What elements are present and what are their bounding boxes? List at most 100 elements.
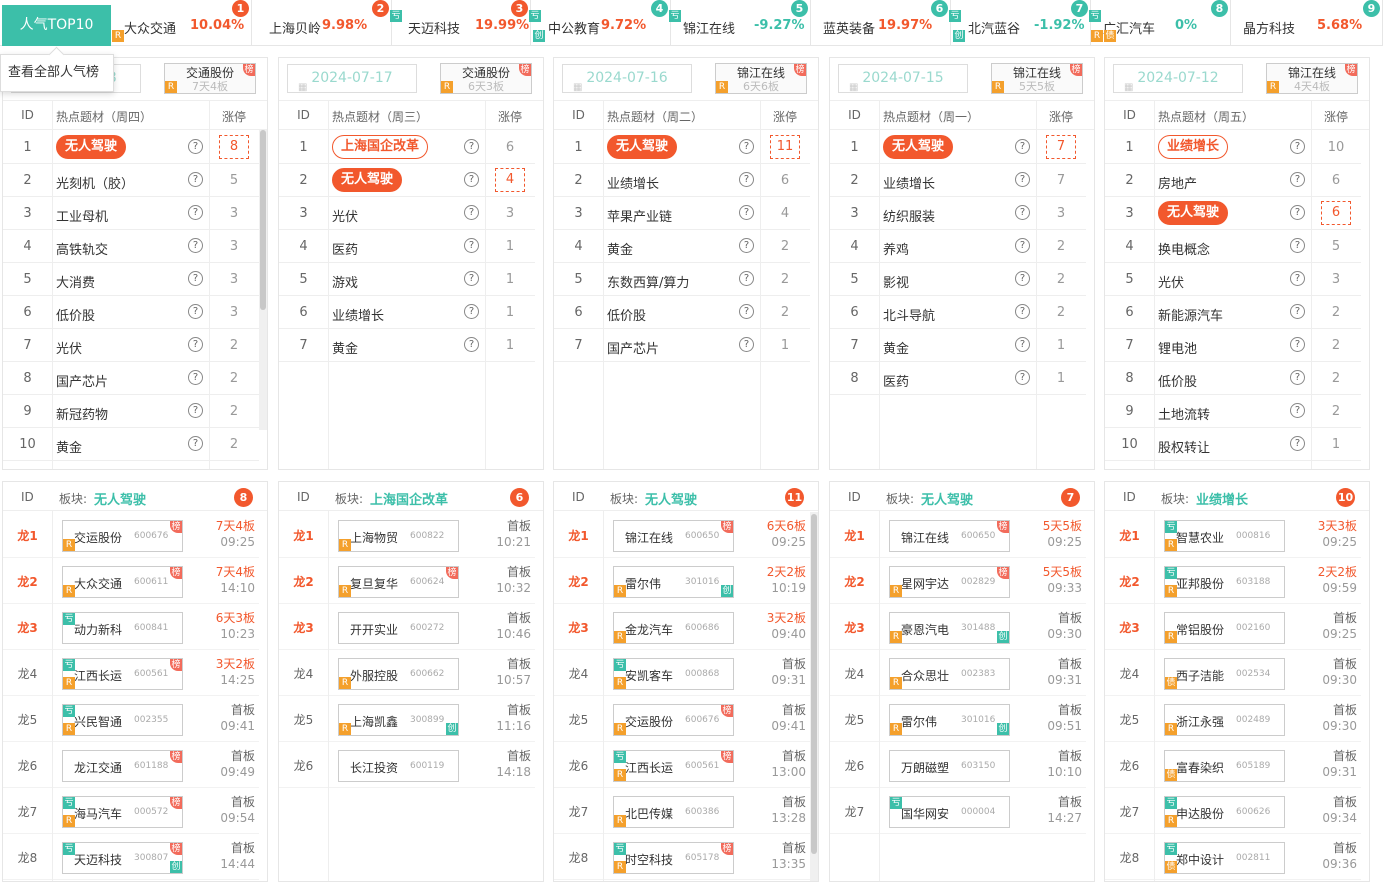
help-icon[interactable]: ? xyxy=(188,304,203,319)
sector-name[interactable]: 无人驾驶 xyxy=(94,489,146,508)
theme-name[interactable]: 光伏 xyxy=(1158,272,1184,291)
dragon-row[interactable]: 龙5 兴民智通 002355 亏 R 首板 09:41 xyxy=(3,696,259,742)
top10-item[interactable]: 中公教育 9.72% 4 亏 xyxy=(531,0,681,46)
help-icon[interactable]: ? xyxy=(739,172,754,187)
top10-item[interactable]: 锦江在线 -9.27% 5 xyxy=(671,0,811,46)
stock-card[interactable]: 外服控股 600662 R xyxy=(338,658,459,690)
help-icon[interactable]: ? xyxy=(1290,172,1305,187)
dragon-row[interactable]: 龙8 时空科技 605178 亏 R 榜 首板 13:35 xyxy=(554,834,810,880)
limit-up-count[interactable]: 3 xyxy=(485,206,535,221)
view-all-popularity-tooltip[interactable]: 查看全部人气榜 xyxy=(0,54,114,92)
theme-row[interactable]: 8 低价股? 2 xyxy=(1105,362,1361,395)
dragon-row[interactable]: 龙7 北巴传媒 600386 R 首板 13:28 xyxy=(554,788,810,834)
stock-card[interactable]: 动力新科 600841 亏 xyxy=(62,612,183,644)
help-icon[interactable]: ? xyxy=(1015,370,1030,385)
help-icon[interactable]: ? xyxy=(464,139,479,154)
theme-row[interactable]: 7 黄金? 1 xyxy=(279,329,535,362)
help-icon[interactable]: ? xyxy=(188,337,203,352)
help-icon[interactable]: ? xyxy=(739,337,754,352)
limit-up-count[interactable]: 2 xyxy=(209,371,259,386)
theme-row[interactable]: 5 东数西算/算力? 2 xyxy=(554,263,810,296)
theme-row[interactable]: 6 低价股? 2 xyxy=(554,296,810,329)
help-icon[interactable]: ? xyxy=(1290,139,1305,154)
hot-theme-pill[interactable]: 无人驾驶 xyxy=(1158,201,1229,225)
sector-name[interactable]: 业绩增长 xyxy=(1196,489,1248,508)
theme-row[interactable]: 6 北斗导航? 2 xyxy=(830,296,1086,329)
limit-up-count[interactable]: 1 xyxy=(760,338,810,353)
help-icon[interactable]: ? xyxy=(464,271,479,286)
dragon-row[interactable]: 龙6 长江投资 600119 首板 14:18 xyxy=(279,742,535,788)
dragon-row[interactable]: 龙2 星网宇达 002829 R 榜 5天5板 09:33 xyxy=(830,558,1086,604)
theme-row[interactable]: 4 高铁轨交? 3 xyxy=(3,230,259,263)
theme-name[interactable]: 黄金 xyxy=(332,338,358,357)
help-icon[interactable]: ? xyxy=(739,238,754,253)
stock-card[interactable]: 兴民智通 002355 亏 R xyxy=(62,704,183,736)
limit-up-count[interactable]: 2 xyxy=(1311,404,1361,419)
theme-name[interactable]: 北斗导航 xyxy=(883,305,935,324)
theme-name[interactable]: 大消费 xyxy=(56,272,95,291)
help-icon[interactable]: ? xyxy=(1290,205,1305,220)
help-icon[interactable]: ? xyxy=(1290,271,1305,286)
leader-card[interactable]: 锦江在线 6天6板 R 榜 xyxy=(715,63,807,94)
limit-up-count[interactable]: 3 xyxy=(1036,206,1086,221)
dragon-row[interactable]: 龙2 亚邦股份 603188 亏 R 2天2板 09:59 xyxy=(1105,558,1361,604)
theme-row[interactable]: 4 换电概念? 5 xyxy=(1105,230,1361,263)
limit-up-count[interactable]: 2 xyxy=(1036,272,1086,287)
theme-name[interactable]: 工业母机 xyxy=(56,206,108,225)
theme-name[interactable]: 上海国企改革 xyxy=(332,135,429,159)
dragon-row[interactable]: 龙2 复旦复华 600624 R 榜 首板 10:32 xyxy=(279,558,535,604)
dragon-row[interactable]: 龙5 上海凯鑫 300899 R 创 首板 11:16 xyxy=(279,696,535,742)
theme-row[interactable]: 10 黄金? 2 xyxy=(3,428,259,461)
help-icon[interactable]: ? xyxy=(188,271,203,286)
hot-theme-pill[interactable]: 无人驾驶 xyxy=(607,135,678,159)
limit-up-count[interactable]: 6 xyxy=(1311,173,1361,188)
theme-row[interactable]: 3 无人驾驶? 6 xyxy=(1105,197,1361,230)
stock-card[interactable]: 长江投资 600119 xyxy=(338,750,459,782)
stock-card[interactable]: 海马汽车 000572 亏 R 榜 xyxy=(62,796,183,828)
theme-name[interactable]: 养鸡 xyxy=(883,239,909,258)
theme-name[interactable]: 光刻机（胶） xyxy=(56,173,134,192)
limit-up-count[interactable]: 2 xyxy=(760,305,810,320)
help-icon[interactable]: ? xyxy=(464,238,479,253)
stock-card[interactable]: 合众思壮 002383 R xyxy=(889,658,1010,690)
dragon-row[interactable]: 龙6 龙江交通 601188 榜 首板 09:49 xyxy=(3,742,259,788)
help-icon[interactable]: ? xyxy=(1015,337,1030,352)
help-icon[interactable]: ? xyxy=(188,403,203,418)
stock-card[interactable]: 时空科技 605178 亏 R 榜 xyxy=(613,842,734,874)
limit-up-count[interactable]: 2 xyxy=(209,437,259,452)
limit-up-count[interactable]: 1 xyxy=(1036,371,1086,386)
theme-name[interactable]: 医药 xyxy=(332,239,358,258)
theme-row[interactable]: 4 黄金? 2 xyxy=(554,230,810,263)
limit-up-count[interactable]: 2 xyxy=(209,338,259,353)
theme-name[interactable]: 无人驾驶 xyxy=(607,135,678,159)
help-icon[interactable]: ? xyxy=(464,304,479,319)
help-icon[interactable]: ? xyxy=(1015,271,1030,286)
date-picker[interactable]: ▦ 2024-07-12 xyxy=(1113,64,1243,93)
theme-row[interactable]: 9 新冠药物? 2 xyxy=(3,395,259,428)
theme-name[interactable]: 低价股 xyxy=(56,305,95,324)
limit-up-count[interactable]: 2 xyxy=(760,272,810,287)
top10-item[interactable]: 蓝英装备 19.97% 6 亏创 xyxy=(811,0,965,46)
limit-up-count[interactable]: 1 xyxy=(485,338,535,353)
stock-card[interactable]: 富春染织 605189 债 xyxy=(1164,750,1285,782)
dragon-row[interactable]: 龙1 交运股份 600676 R 榜 7天4板 09:25 xyxy=(3,512,259,558)
help-icon[interactable]: ? xyxy=(188,436,203,451)
dragon-row[interactable]: 龙7 国华网安 000004 亏 首板 14:27 xyxy=(830,788,1086,834)
dragon-row[interactable]: 龙6 富春染织 605189 债 首板 09:31 xyxy=(1105,742,1361,788)
date-picker[interactable]: ▦ 2024-07-17 xyxy=(287,64,417,93)
limit-up-count[interactable]: 3 xyxy=(209,239,259,254)
dragon-row[interactable]: 龙1 锦江在线 600650 榜 5天5板 09:25 xyxy=(830,512,1086,558)
limit-up-count[interactable]: 11 xyxy=(760,135,810,159)
theme-name[interactable]: 业绩增长 xyxy=(332,305,384,324)
stock-card[interactable]: 智慧农业 000816 亏 R xyxy=(1164,520,1285,552)
limit-up-count[interactable]: 5 xyxy=(209,173,259,188)
dragon-row[interactable]: 龙5 雷尔伟 301016 R 创 首板 09:51 xyxy=(830,696,1086,742)
stock-card[interactable]: 安凯客车 000868 亏 R xyxy=(613,658,734,690)
limit-up-count[interactable]: 3 xyxy=(209,272,259,287)
top10-item[interactable]: 上海贝岭 9.98% 2 亏 xyxy=(252,0,402,46)
limit-up-count[interactable]: 1 xyxy=(485,272,535,287)
scrollbar[interactable] xyxy=(810,512,818,881)
theme-row[interactable]: 7 锂电池? 2 xyxy=(1105,329,1361,362)
help-icon[interactable]: ? xyxy=(1015,304,1030,319)
dragon-row[interactable]: 龙1 锦江在线 600650 榜 6天6板 09:25 xyxy=(554,512,810,558)
